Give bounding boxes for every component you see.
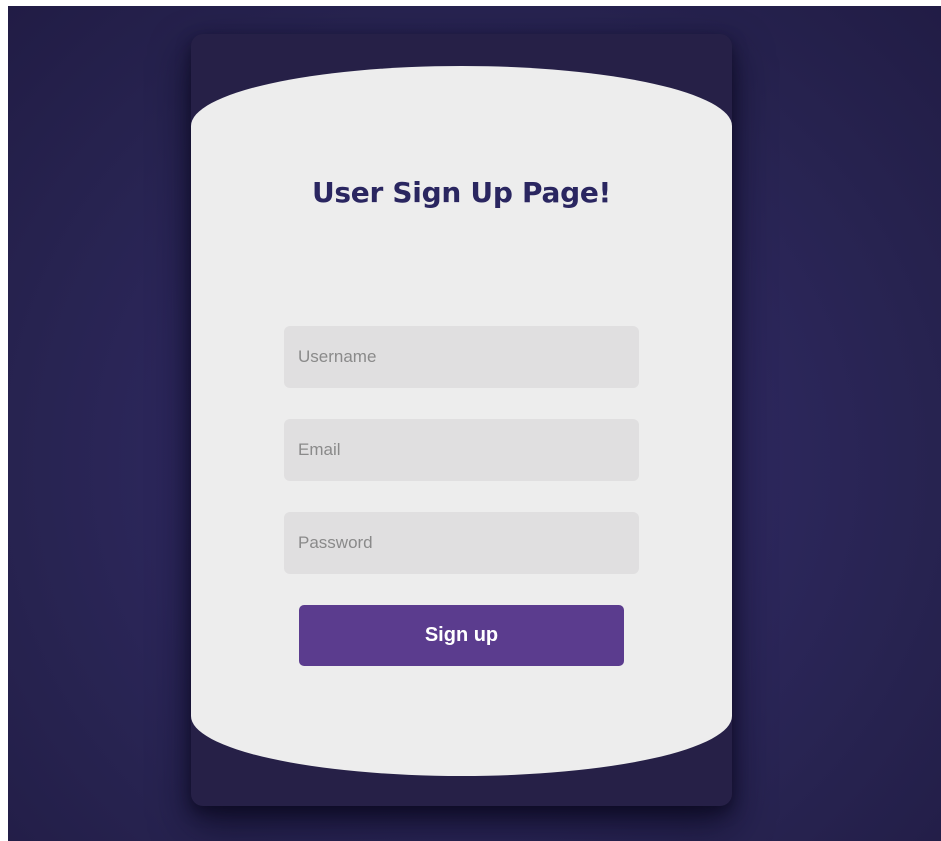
page-background: User Sign Up Page! Sign up xyxy=(8,6,941,841)
username-input[interactable] xyxy=(284,326,639,388)
password-input[interactable] xyxy=(284,512,639,574)
email-input[interactable] xyxy=(284,419,639,481)
page-title: User Sign Up Page! xyxy=(311,176,612,209)
sign-up-button[interactable]: Sign up xyxy=(299,605,624,666)
signup-card: User Sign Up Page! Sign up xyxy=(191,34,732,806)
signup-card-face: User Sign Up Page! Sign up xyxy=(191,66,732,776)
